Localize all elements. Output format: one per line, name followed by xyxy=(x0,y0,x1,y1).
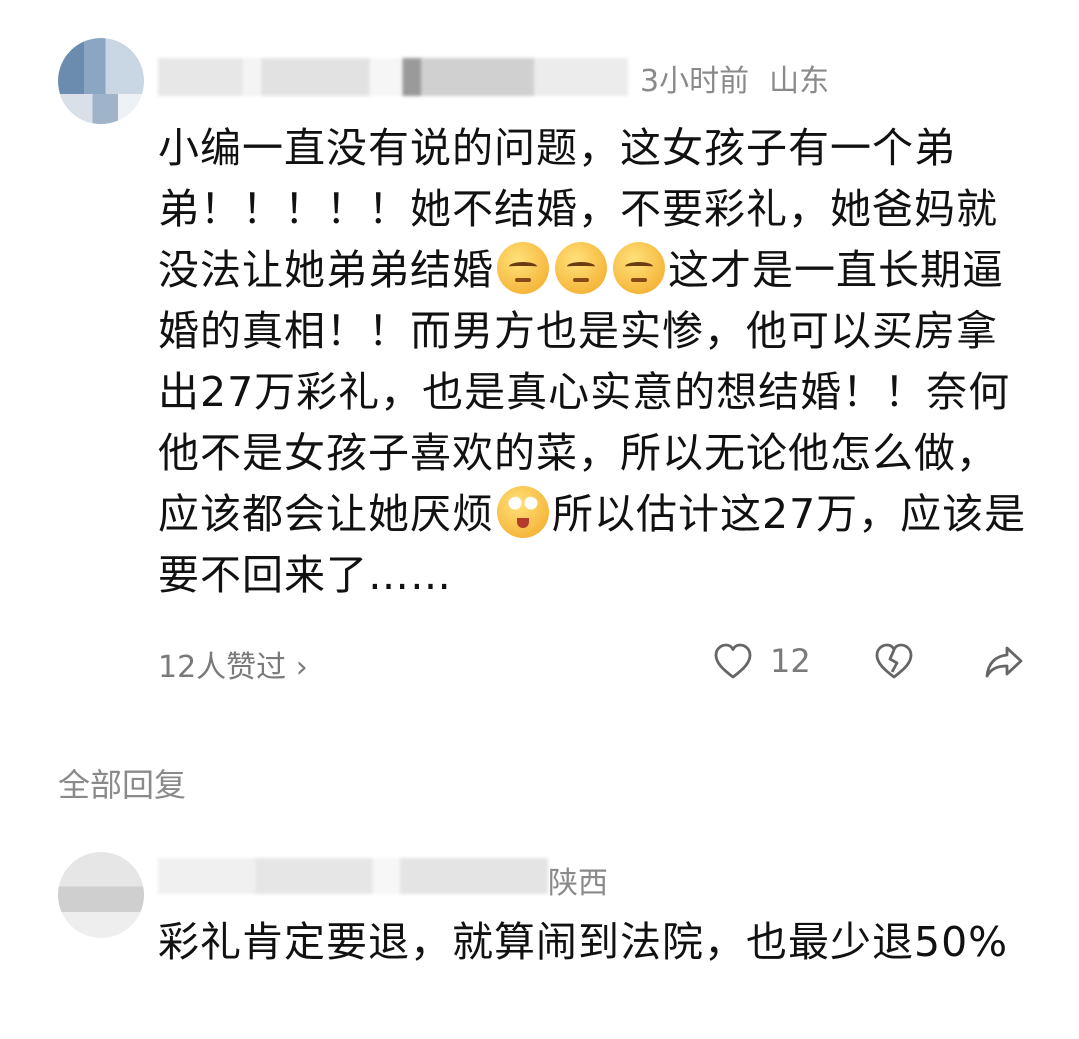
avatar[interactable] xyxy=(58,38,144,124)
username-blurred[interactable] xyxy=(158,858,548,894)
all-replies-heading: 全部回复 xyxy=(58,766,187,804)
avatar[interactable] xyxy=(58,852,144,938)
heart-icon[interactable] xyxy=(713,642,753,682)
comment-location: 山东 xyxy=(769,64,830,99)
liked-by-link[interactable]: 12人赞过 › xyxy=(158,642,308,686)
like-count: 12 xyxy=(770,642,811,680)
username-blurred[interactable] xyxy=(158,58,628,96)
comment-time: 3小时前 xyxy=(640,64,750,99)
broken-heart-icon[interactable] xyxy=(874,642,914,682)
comment-location: 陕西 xyxy=(548,866,608,901)
annoyed-emoji-icon xyxy=(555,242,607,294)
comment-text: 小编一直没有说的问题，这女孩子有一个弟弟！！！！！她不结婚，不要彩礼，她爸妈就没… xyxy=(158,118,1038,606)
share-icon[interactable] xyxy=(983,642,1025,682)
annoyed-emoji-icon xyxy=(613,242,665,294)
annoyed-emoji-icon xyxy=(497,242,549,294)
comment-text: 彩礼肯定要退，就算闹到法院，也最少退50% xyxy=(158,918,1009,966)
comment-actions: 12人赞过 › 12 xyxy=(158,640,1038,686)
crying-emoji-icon xyxy=(497,486,549,538)
comment-meta: 3小时前 山东 xyxy=(640,56,829,100)
